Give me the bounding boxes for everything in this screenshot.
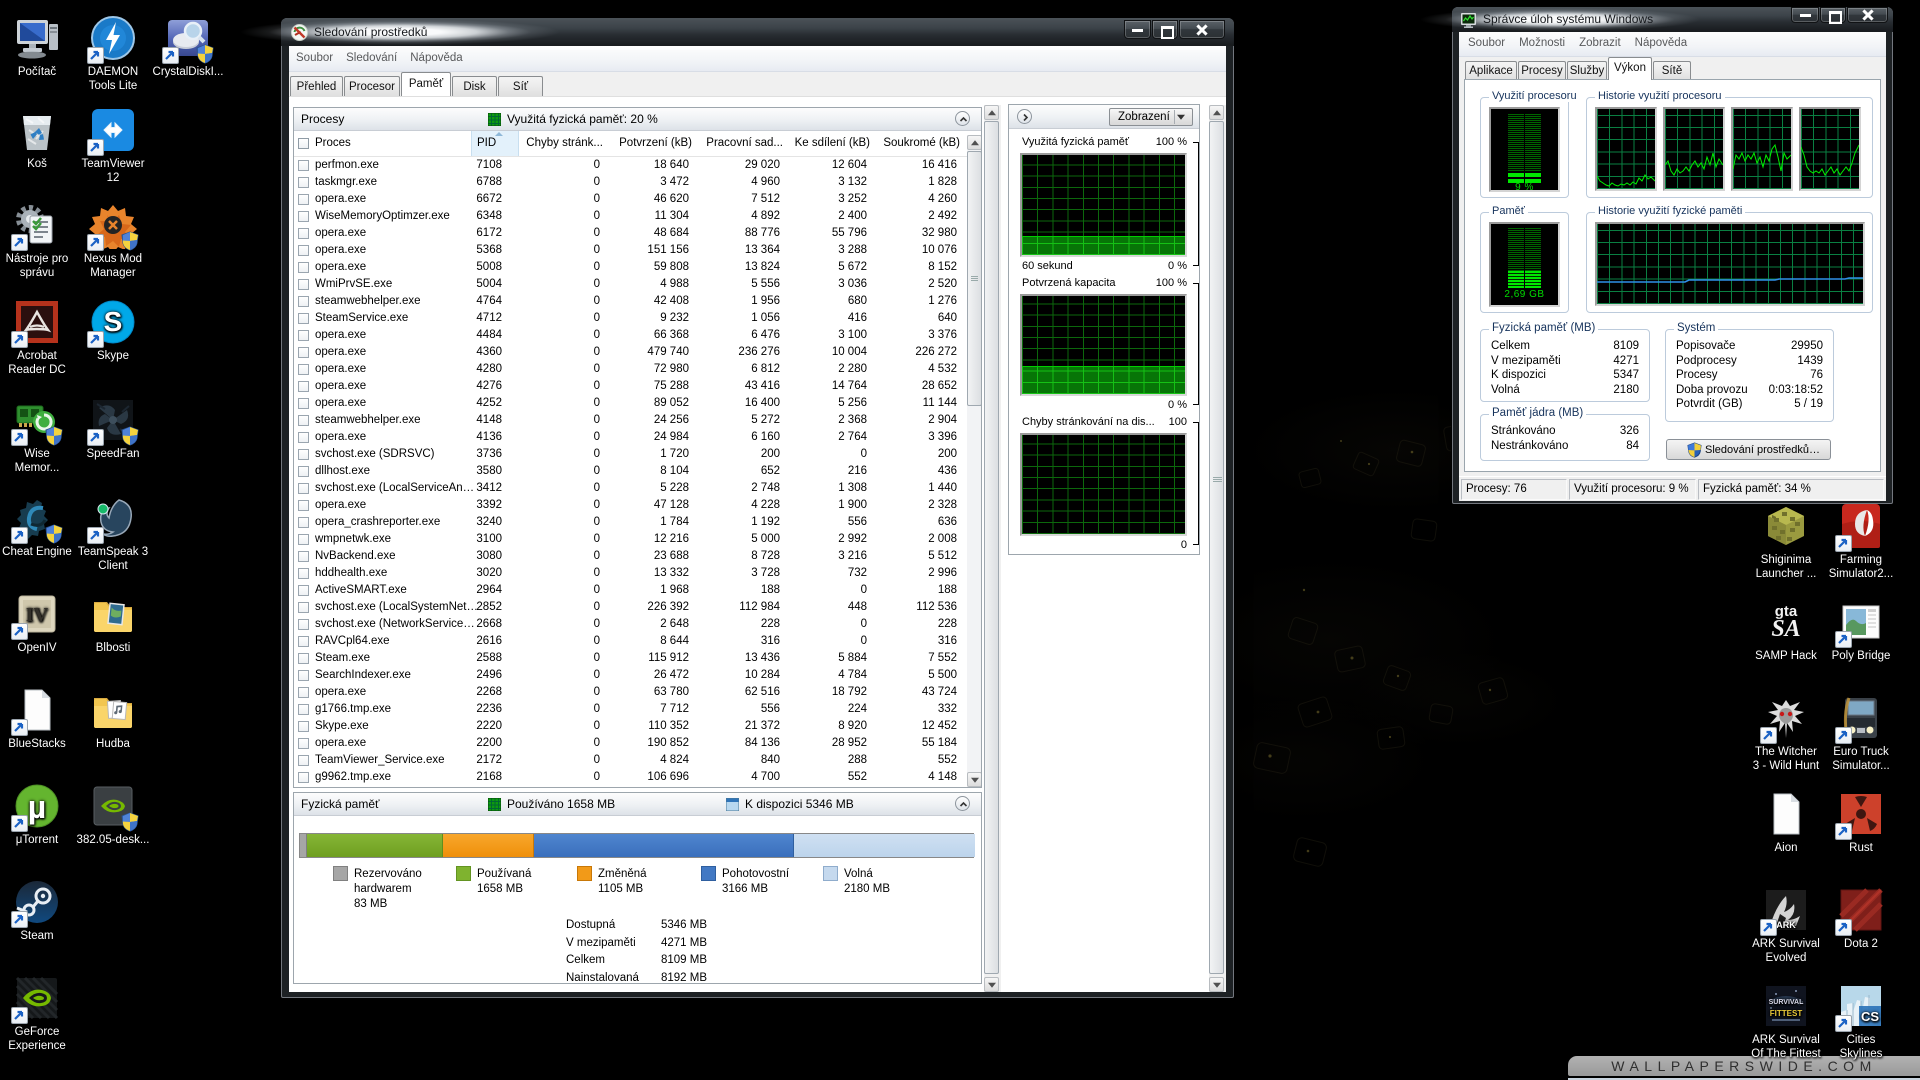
- svg-text:CS: CS: [1861, 1009, 1879, 1024]
- svg-text:SA: SA: [1771, 616, 1800, 642]
- svg-text:ARK: ARK: [1776, 920, 1796, 930]
- svg-text:µ: µ: [28, 789, 46, 825]
- svg-text:FITTEST: FITTEST: [1770, 1009, 1803, 1018]
- svg-text:SURVIVAL: SURVIVAL: [1769, 999, 1804, 1006]
- svg-text:IV: IV: [26, 604, 49, 626]
- svg-text:S: S: [104, 306, 123, 337]
